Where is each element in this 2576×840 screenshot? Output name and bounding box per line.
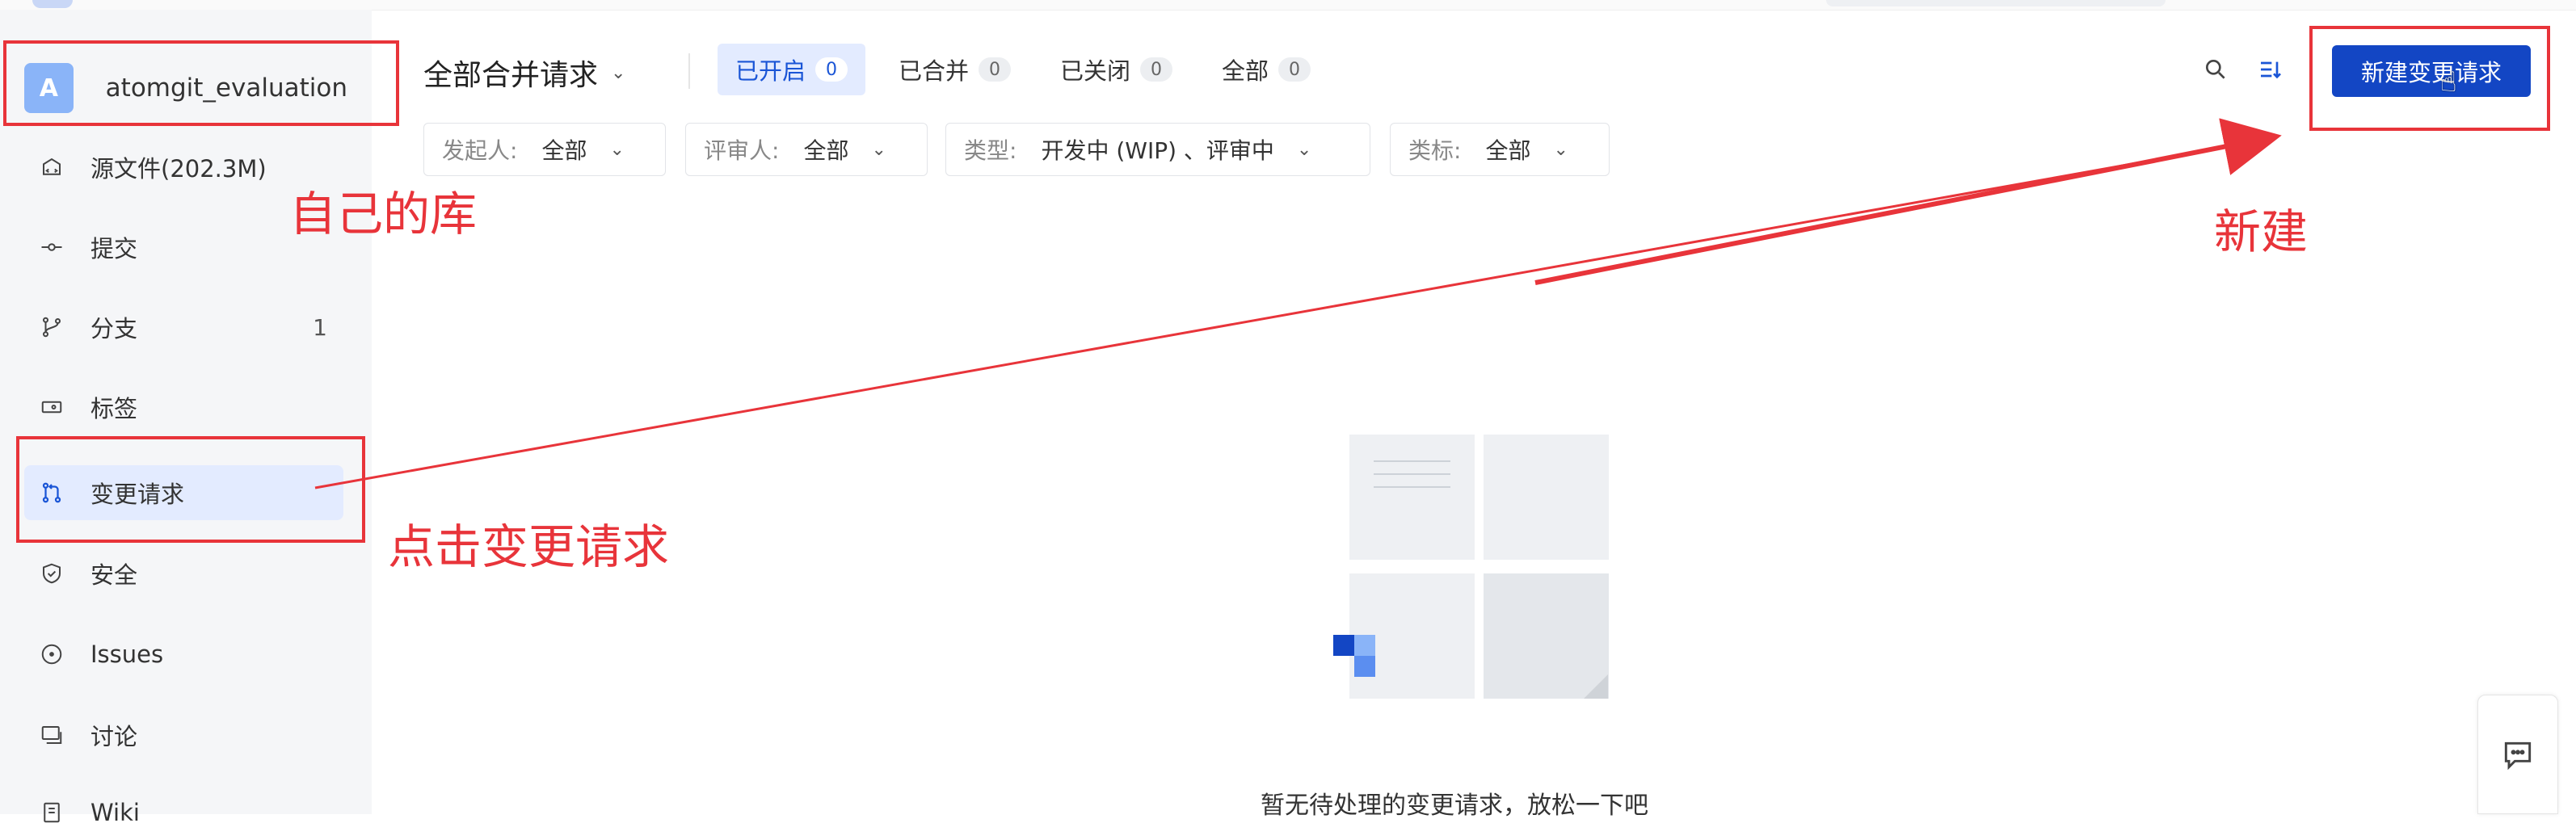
tab-label: 已合并 (899, 57, 970, 85)
feedback-button[interactable] (2477, 695, 2558, 814)
tab-all[interactable]: 全部 0 (1204, 44, 1328, 95)
sidebar-item-label: 源文件(202.3M) (90, 155, 267, 183)
branch-count: 1 (313, 313, 327, 341)
tab-opened[interactable]: 已开启 0 (718, 44, 866, 95)
tab-count-badge: 0 (1278, 57, 1311, 82)
annotation-box-repo (3, 40, 399, 126)
annotation-new: 新建 (2214, 204, 2309, 259)
filter-key: 发起人: (442, 137, 518, 164)
sidebar-item-label: 提交 (90, 235, 138, 262)
sidebar-item-label: 安全 (90, 561, 138, 589)
sidebar-item-branches[interactable]: 分支 1 (24, 300, 343, 355)
divider (688, 53, 690, 89)
sidebar-item-label: 标签 (90, 395, 138, 422)
filter-value: 全部 (1485, 137, 1531, 164)
chevron-down-icon: ⌄ (871, 139, 886, 160)
tab-count-badge: 0 (815, 57, 848, 82)
folder-code-icon (36, 151, 68, 183)
tab-label: 全部 (1222, 57, 1269, 85)
shield-icon (36, 557, 68, 590)
tab-label: 已关闭 (1060, 57, 1131, 85)
sidebar-item-security[interactable]: 安全 (24, 546, 343, 601)
filter-reviewer[interactable]: 评审人: 全部 ⌄ (685, 123, 928, 176)
empty-state-illustration (1333, 428, 1609, 703)
filter-value: 全部 (541, 137, 587, 164)
filter-key: 类标: (1408, 137, 1462, 164)
sidebar-item-issues[interactable]: Issues (24, 627, 343, 682)
sidebar-item-label: Wiki (90, 799, 140, 826)
page-title: 全部合并请求 (423, 59, 599, 92)
tab-label: 已开启 (735, 57, 806, 85)
annotation-box-merge-requests (16, 436, 365, 543)
filter-value: 全部 (803, 137, 849, 164)
chevron-down-icon: ⌄ (1553, 139, 1568, 160)
top-bar (0, 0, 2576, 10)
chevron-down-icon: ⌄ (609, 139, 625, 160)
annotation-own-repo: 自己的库 (289, 187, 478, 242)
tab-merged[interactable]: 已合并 0 (881, 44, 1029, 95)
chevron-down-icon: ⌄ (611, 62, 626, 83)
sort-button[interactable] (2254, 53, 2287, 86)
chat-icon (2504, 741, 2532, 771)
tab-count-badge: 0 (1140, 57, 1173, 82)
search-icon (2206, 60, 2225, 79)
empty-state-text: 暂无待处理的变更请求，放松一下吧 (1261, 792, 1648, 820)
sidebar-item-label: 分支 (90, 315, 138, 342)
filter-label[interactable]: 类标: 全部 ⌄ (1390, 123, 1610, 176)
tag-icon (36, 391, 68, 423)
wiki-icon (36, 796, 68, 829)
mr-scope-dropdown[interactable]: 全部合并请求 ⌄ (423, 52, 625, 94)
search-fragment (1826, 0, 2166, 6)
filter-value: 开发中 (WIP) 、评审中 (1041, 137, 1274, 164)
sort-icon (2261, 61, 2281, 79)
filter-type[interactable]: 类型: 开发中 (WIP) 、评审中 ⌄ (945, 123, 1370, 176)
commit-icon (36, 231, 68, 263)
filter-key: 类型: (964, 137, 1017, 164)
sidebar-item-tags[interactable]: 标签 (24, 380, 343, 435)
chevron-down-icon: ⌄ (1296, 139, 1312, 160)
filter-key: 评审人: (704, 137, 780, 164)
logo-fragment (32, 0, 73, 8)
sidebar-item-label: Issues (90, 640, 164, 668)
sidebar-item-discussion[interactable]: 讨论 (24, 708, 343, 762)
search-button[interactable] (2199, 53, 2232, 86)
filter-author[interactable]: 发起人: 全部 ⌄ (423, 123, 666, 176)
sidebar-item-wiki[interactable]: Wiki (24, 785, 343, 840)
annotation-box-new-button (2309, 26, 2550, 131)
branch-icon (36, 311, 68, 343)
issue-icon (36, 638, 68, 670)
tab-count-badge: 0 (979, 57, 1012, 82)
annotation-click-mr: 点击变更请求 (388, 519, 670, 574)
sidebar-item-label: 讨论 (90, 723, 138, 750)
tab-closed[interactable]: 已关闭 0 (1042, 44, 1190, 95)
discussion-icon (36, 719, 68, 751)
